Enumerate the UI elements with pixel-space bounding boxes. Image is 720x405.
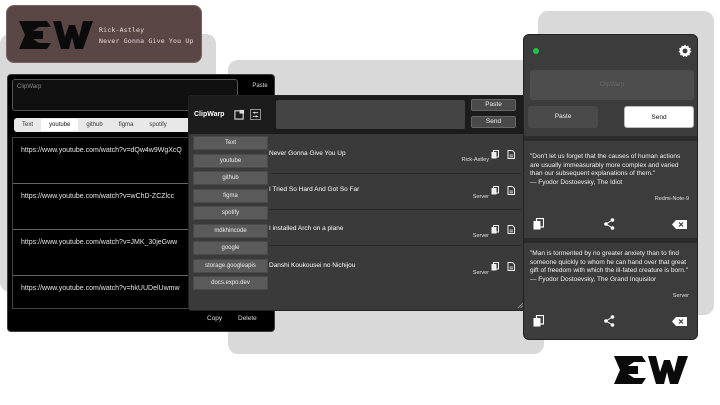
- sidebar-item-github[interactable]: github: [193, 171, 268, 185]
- paste-button[interactable]: Paste: [528, 106, 598, 128]
- tab-github[interactable]: github: [78, 119, 110, 131]
- tab-youtube[interactable]: youtube: [41, 119, 79, 131]
- quote-source: Server: [672, 293, 689, 299]
- quote-body: "Man is tormented by no greater anxiety …: [530, 250, 689, 274]
- gear-icon[interactable]: [678, 44, 692, 58]
- share-icon[interactable]: [604, 218, 615, 230]
- quote-author: — Fyodor Dostoevsky, The Grand Inquisito…: [530, 275, 657, 283]
- desktop-window-grey: ClipWarp Paste Send Text youtube github …: [188, 95, 526, 311]
- backspace-icon[interactable]: [672, 317, 687, 326]
- clip-input[interactable]: [276, 100, 465, 129]
- copy-icon[interactable]: [491, 150, 499, 159]
- settings-sliders-icon[interactable]: [250, 109, 261, 120]
- mobile-app-window: ClipWarp Paste Send "Don't let us forget…: [523, 34, 698, 340]
- list-item[interactable]: Never Gonna Give You Up Rick-Astley: [269, 138, 521, 174]
- sidebar-item-figma[interactable]: figma: [193, 188, 268, 203]
- url-text: https://www.youtube.com/watch?v=dQw4w9Wg…: [21, 147, 182, 154]
- connection-status-dot: [533, 48, 539, 54]
- share-icon[interactable]: [604, 315, 615, 327]
- paste-button[interactable]: Paste: [471, 99, 516, 111]
- sidebar-item-mdkhincode[interactable]: mdkhincode: [193, 223, 268, 238]
- cw-logo: [614, 356, 688, 384]
- list-item[interactable]: Danshi Koukousei no Nichijou Server: [269, 246, 521, 282]
- document-icon[interactable]: [507, 150, 515, 159]
- quote-text[interactable]: "Don't let us forget that the causes of …: [524, 153, 697, 187]
- backspace-icon[interactable]: [672, 220, 687, 229]
- cw-logo: [19, 21, 93, 49]
- item-title: I installed Arch on a plane: [269, 225, 344, 232]
- sidebar-item-text[interactable]: Text: [193, 136, 268, 150]
- sidebar-item-docs-expo[interactable]: docs.expo.dev: [193, 276, 268, 290]
- url-text: https://www.youtube.com/watch?v=JMK_30je…: [21, 239, 178, 246]
- sidebar-item-youtube[interactable]: youtube: [193, 153, 268, 168]
- copy-button[interactable]: Copy: [207, 315, 222, 322]
- item-source: Server: [472, 270, 489, 276]
- copy-icon[interactable]: [491, 225, 499, 234]
- artist-name: Rick-Astley: [99, 26, 145, 34]
- app-title: ClipWarp: [194, 111, 225, 118]
- item-source: Rick-Astley: [461, 157, 489, 163]
- url-text: https://www.youtube.com/watch?v=hkUUDelU…: [21, 285, 180, 292]
- clip-input[interactable]: ClipWarp: [530, 70, 694, 100]
- copy-icon[interactable]: [533, 315, 544, 327]
- copy-icon[interactable]: [491, 186, 499, 195]
- tab-figma[interactable]: figma: [111, 119, 142, 131]
- item-title: Never Gonna Give You Up: [269, 150, 346, 157]
- document-icon[interactable]: [507, 225, 515, 234]
- send-button[interactable]: Send: [471, 116, 516, 128]
- tab-text[interactable]: Text: [14, 119, 41, 131]
- copy-icon[interactable]: [491, 262, 499, 271]
- document-icon[interactable]: [507, 262, 515, 271]
- delete-button[interactable]: Delete: [238, 315, 257, 322]
- document-icon[interactable]: [507, 186, 515, 195]
- copy-icon[interactable]: [533, 218, 544, 230]
- quote-body: "Don't let us forget that the causes of …: [530, 153, 681, 177]
- sidebar-item-spotify[interactable]: spotify: [193, 206, 268, 220]
- paste-button[interactable]: Paste: [246, 79, 274, 93]
- now-playing-card: Rick-Astley Never Gonna Give You Up: [6, 5, 202, 63]
- list-item[interactable]: I Tried So Hard And Got So Far Server: [269, 174, 521, 210]
- list-item[interactable]: I installed Arch on a plane Server: [269, 210, 521, 246]
- showcase-canvas: Rick-Astley Never Gonna Give You Up Clip…: [0, 0, 720, 405]
- sidebar-item-google[interactable]: google: [193, 241, 268, 255]
- sidebar-item-storage[interactable]: storage.googleapis: [193, 258, 268, 273]
- quote-source: Redmi-Note-9: [654, 196, 689, 202]
- quote-author: — Fyodor Dostoevsky, The Idiot: [530, 178, 623, 186]
- new-window-icon[interactable]: [234, 109, 245, 120]
- url-text: https://www.youtube.com/watch?v=wChD-ZCZ…: [21, 193, 175, 200]
- divider: [524, 136, 697, 141]
- item-title: I Tried So Hard And Got So Far: [269, 186, 360, 193]
- item-source: Server: [472, 194, 489, 200]
- song-title: Never Gonna Give You Up: [99, 37, 194, 45]
- quote-text[interactable]: "Man is tormented by no greater anxiety …: [524, 250, 697, 284]
- send-button[interactable]: Send: [624, 106, 694, 128]
- item-source: Server: [472, 233, 489, 239]
- divider: [524, 238, 697, 243]
- item-title: Danshi Koukousei no Nichijou: [269, 262, 356, 269]
- tab-spotify[interactable]: spotify: [141, 119, 174, 131]
